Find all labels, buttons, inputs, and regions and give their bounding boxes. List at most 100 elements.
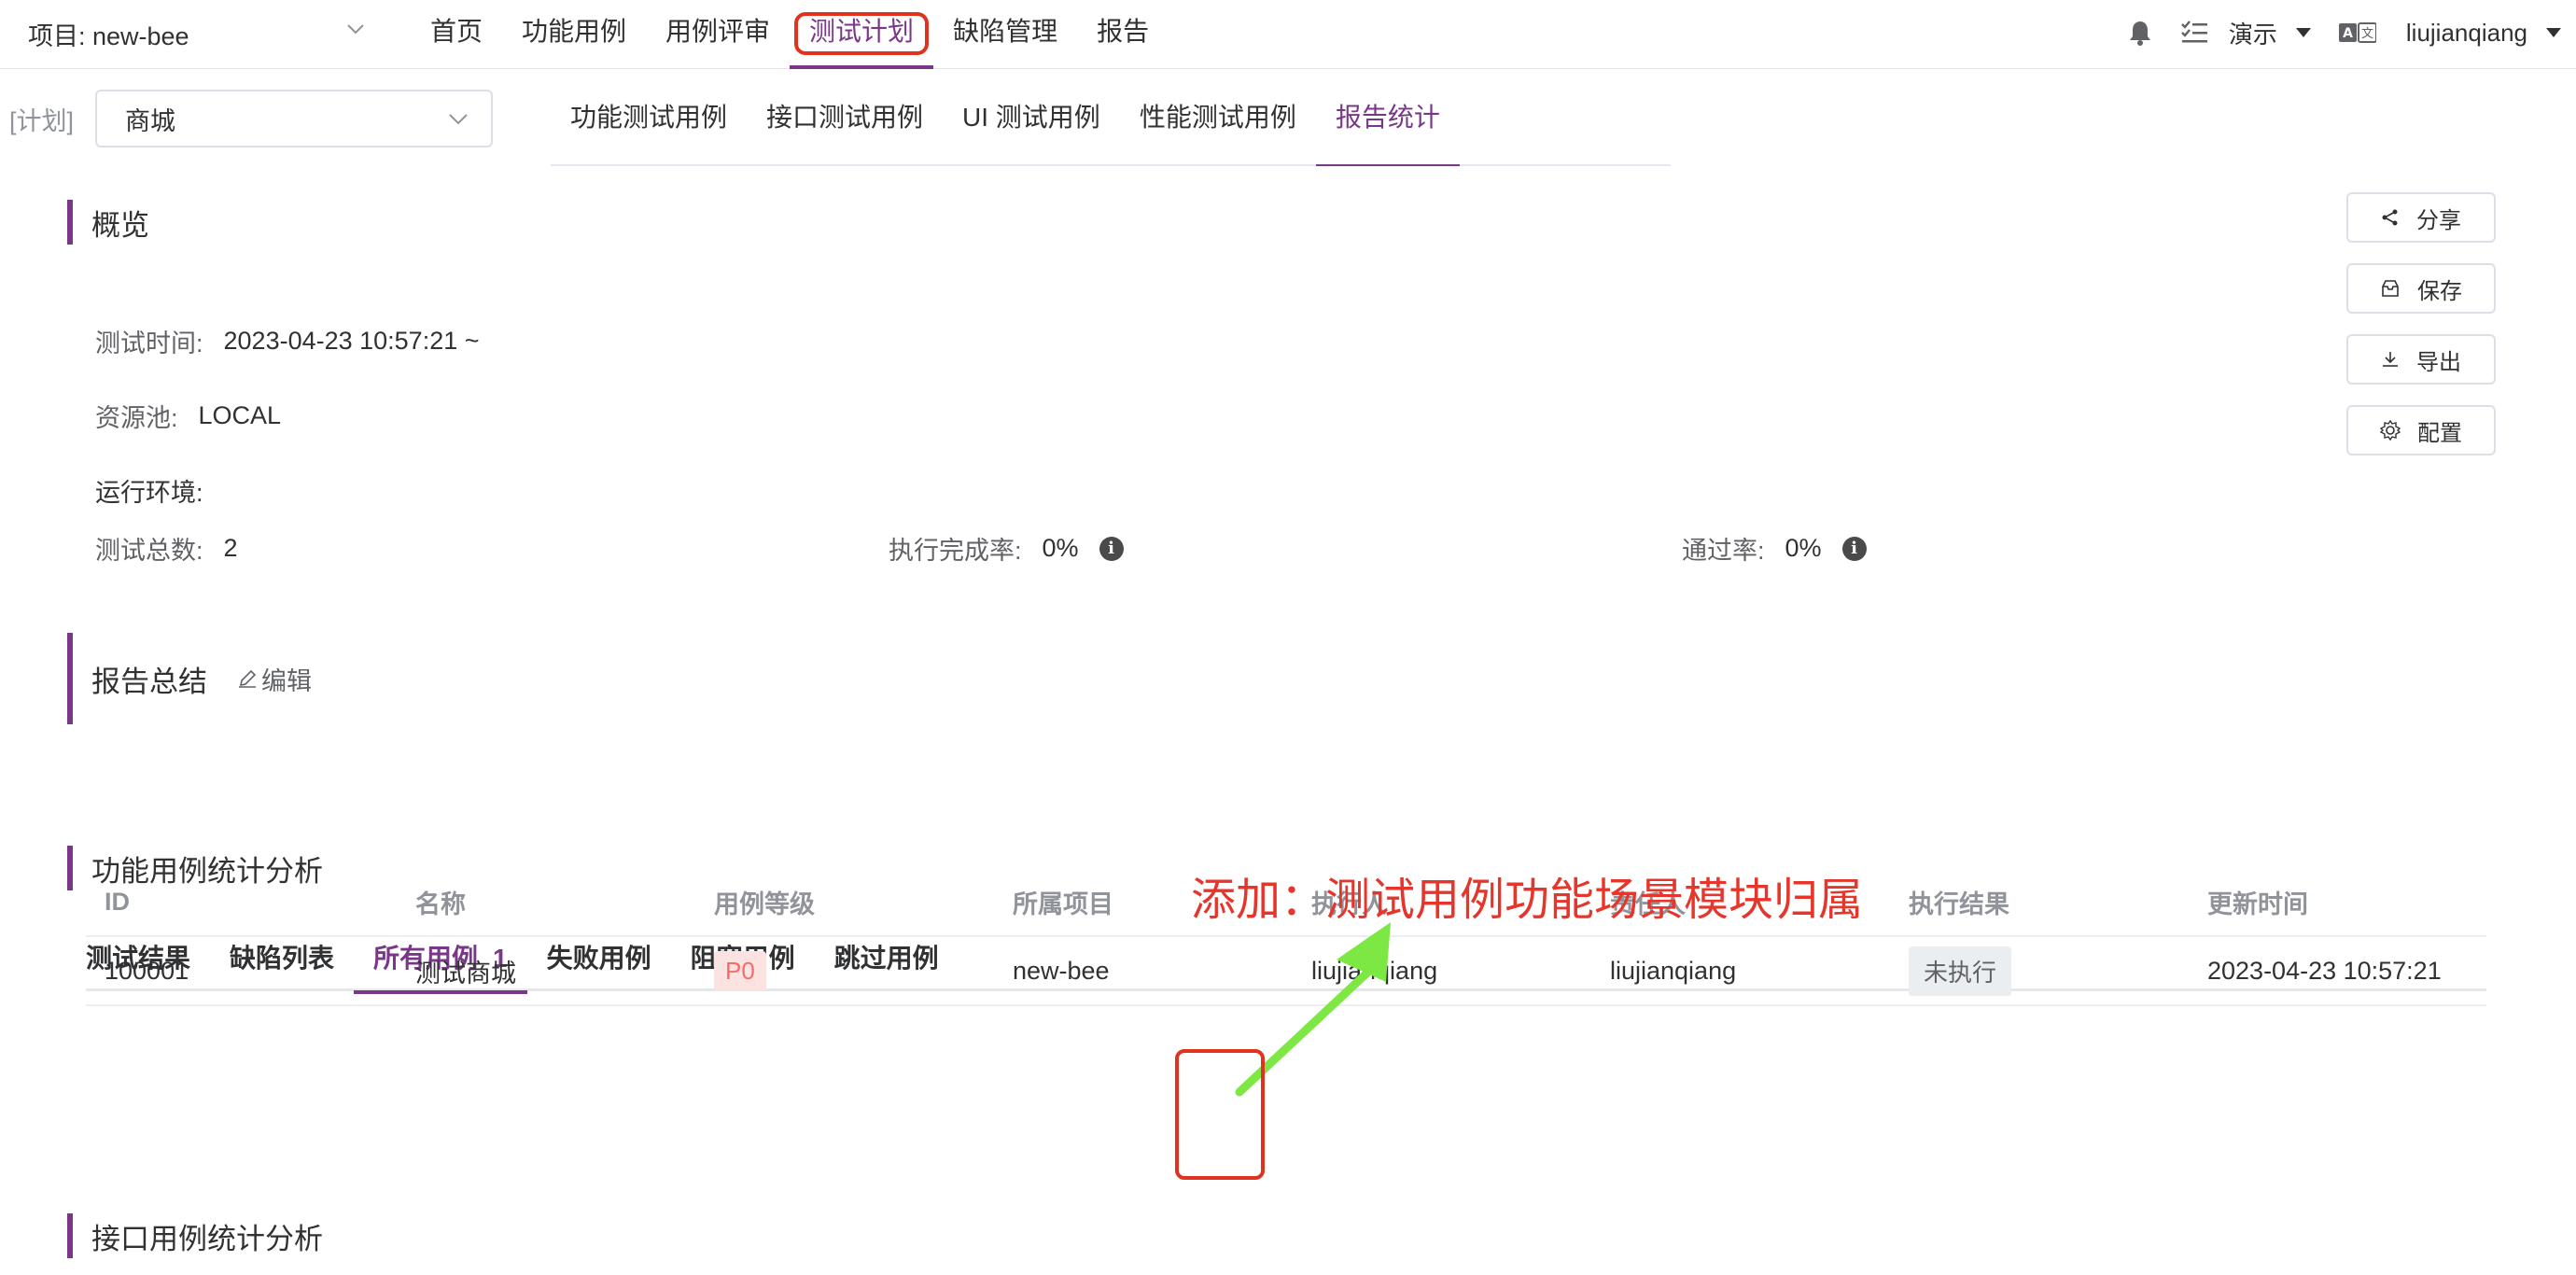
nav-label: 缺陷管理 — [953, 17, 1058, 46]
nav-label: 功能用例 — [522, 17, 627, 46]
button-label: 配置 — [2417, 420, 2462, 446]
plan-label: [计划] — [9, 107, 75, 135]
resource-pool-row: 资源池: LOCAL — [95, 398, 281, 434]
edit-summary-link[interactable]: 编辑 — [237, 661, 312, 697]
tab-functional-cases[interactable]: 功能测试用例 — [551, 69, 747, 166]
task-list-icon — [2181, 21, 2207, 43]
test-time-value: 2023-04-23 10:57:21 ~ — [223, 327, 480, 355]
test-time-row: 测试时间: 2023-04-23 10:57:21 ~ — [95, 323, 480, 359]
nav-home[interactable]: 首页 — [411, 0, 502, 69]
total-count-value: 2 — [223, 534, 238, 562]
annotation-highlight-box — [794, 12, 930, 55]
nav-label: 用例评审 — [665, 17, 771, 46]
execution-rate-value: 0% — [1042, 534, 1079, 562]
top-nav: 首页 功能用例 用例评审 测试计划 缺陷管理 报告 — [411, 0, 1169, 69]
cell-owner: liujianqiang — [1610, 956, 1737, 985]
gear-icon — [2380, 420, 2401, 441]
cell-updated: 2023-04-23 10:57:21 — [2207, 956, 2442, 985]
tab-label: 接口测试用例 — [766, 103, 924, 132]
section-title-text: 概览 — [91, 208, 149, 242]
caret-down-icon — [2546, 28, 2561, 37]
share-button[interactable]: 分享 — [2346, 192, 2496, 243]
pencil-icon — [239, 669, 257, 688]
column-header[interactable]: ID — [86, 888, 397, 917]
project-select[interactable]: 项目: new-bee — [28, 13, 366, 54]
section-title-text: 报告总结 — [91, 665, 207, 698]
button-label: 保存 — [2417, 278, 2462, 304]
svg-text:文: 文 — [2361, 27, 2373, 41]
plan-bar: [计划] 商城 功能测试用例 接口测试用例 UI 测试用例 性能测试用例 报告统… — [0, 69, 2576, 168]
tab-label: 报告统计 — [1335, 103, 1440, 132]
priority-tag: P0 — [714, 950, 766, 991]
chevron-down-icon — [347, 24, 364, 35]
column-header[interactable]: 执行结果 — [1890, 884, 2189, 920]
tab-label: UI 测试用例 — [962, 103, 1100, 132]
cell-id: 100001 — [105, 956, 189, 985]
cell-level: P0 — [695, 950, 994, 991]
resource-pool-value: LOCAL — [198, 401, 282, 429]
column-header[interactable]: 名称 — [397, 884, 695, 920]
save-button[interactable]: 保存 — [2346, 263, 2496, 314]
cell-name: 测试商城 — [415, 959, 516, 988]
translate-icon: A文 — [2338, 22, 2376, 43]
api-analysis-title: 接口用例统计分析 — [67, 1213, 323, 1258]
button-label: 导出 — [2416, 349, 2461, 375]
language-switch[interactable]: A文 — [2338, 21, 2376, 44]
tab-label: 功能测试用例 — [570, 103, 728, 132]
top-header: 项目: new-bee 首页 功能用例 用例评审 测试计划 缺陷管理 报告 演示… — [0, 0, 2576, 69]
report-panel: 概览 分享 保存 导出 配置 测试时间: 2023-04-23 10:57:21… — [11, 166, 2559, 1275]
annotation-box — [1175, 1049, 1265, 1180]
nav-functional-cases[interactable]: 功能用例 — [502, 0, 646, 69]
tab-ui-cases[interactable]: UI 测试用例 — [943, 69, 1120, 166]
nav-report[interactable]: 报告 — [1077, 0, 1169, 69]
section-title-text: 接口用例统计分析 — [91, 1222, 323, 1255]
button-label: 分享 — [2416, 207, 2461, 233]
cell-result: 未执行 — [1890, 946, 2189, 996]
plan-selected-value: 商城 — [125, 106, 175, 135]
cell-project: new-bee — [1013, 956, 1110, 985]
chevron-down-icon — [449, 114, 468, 125]
edit-label: 编辑 — [261, 666, 312, 695]
task-center[interactable] — [2180, 21, 2208, 45]
overview-title: 概览 — [67, 200, 149, 245]
column-header[interactable]: 所属项目 — [994, 884, 1143, 920]
save-icon — [2382, 280, 2399, 297]
column-header[interactable]: 更新时间 — [2189, 884, 2468, 920]
nav-case-review[interactable]: 用例评审 — [646, 0, 790, 69]
pass-rate-value: 0% — [1785, 534, 1822, 562]
total-count-row: 测试总数: 2 — [95, 530, 238, 567]
field-label: 通过率: — [1682, 537, 1765, 565]
tab-label: 性能测试用例 — [1139, 103, 1296, 132]
plan-select[interactable]: 商城 — [95, 90, 493, 147]
pass-rate-row: 通过率: 0% i — [1682, 530, 1867, 567]
summary-title: 报告总结 编辑 — [67, 633, 312, 724]
column-header[interactable]: 用例等级 — [695, 884, 994, 920]
nav-label: 首页 — [430, 17, 483, 46]
environment-row: 运行环境: — [95, 472, 224, 509]
tab-performance-cases[interactable]: 性能测试用例 — [1120, 69, 1316, 166]
nav-defect-management[interactable]: 缺陷管理 — [933, 0, 1077, 69]
user-menu[interactable]: liujianqiang — [2406, 19, 2561, 48]
field-label: 资源池: — [95, 404, 178, 432]
plan-tabs: 功能测试用例 接口测试用例 UI 测试用例 性能测试用例 报告统计 — [551, 69, 1671, 168]
svg-text:A: A — [2343, 26, 2353, 41]
tab-report-statistics[interactable]: 报告统计 — [1315, 69, 1460, 168]
status-badge: 未执行 — [1909, 946, 2012, 996]
workspace-label: 演示 — [2228, 20, 2277, 49]
share-icon — [2382, 209, 2398, 226]
download-icon — [2383, 352, 2398, 367]
notification-bell[interactable] — [2128, 20, 2152, 46]
info-icon[interactable]: i — [1099, 536, 1124, 561]
header-right: 演示 A文 liujianqiang — [2100, 0, 2561, 65]
execution-rate-row: 执行完成率: 0% i — [889, 530, 1124, 567]
caret-down-icon — [2295, 28, 2311, 37]
field-label: 测试时间: — [95, 329, 203, 357]
export-button[interactable]: 导出 — [2346, 334, 2496, 385]
info-icon[interactable]: i — [1841, 536, 1867, 561]
report-actions: 分享 保存 导出 配置 — [2346, 192, 2496, 476]
tab-api-cases[interactable]: 接口测试用例 — [747, 69, 943, 166]
nav-test-plan[interactable]: 测试计划 — [790, 0, 934, 69]
workspace-switch[interactable]: 演示 — [2229, 16, 2311, 50]
config-button[interactable]: 配置 — [2346, 405, 2496, 455]
field-label: 执行完成率: — [889, 537, 1022, 565]
